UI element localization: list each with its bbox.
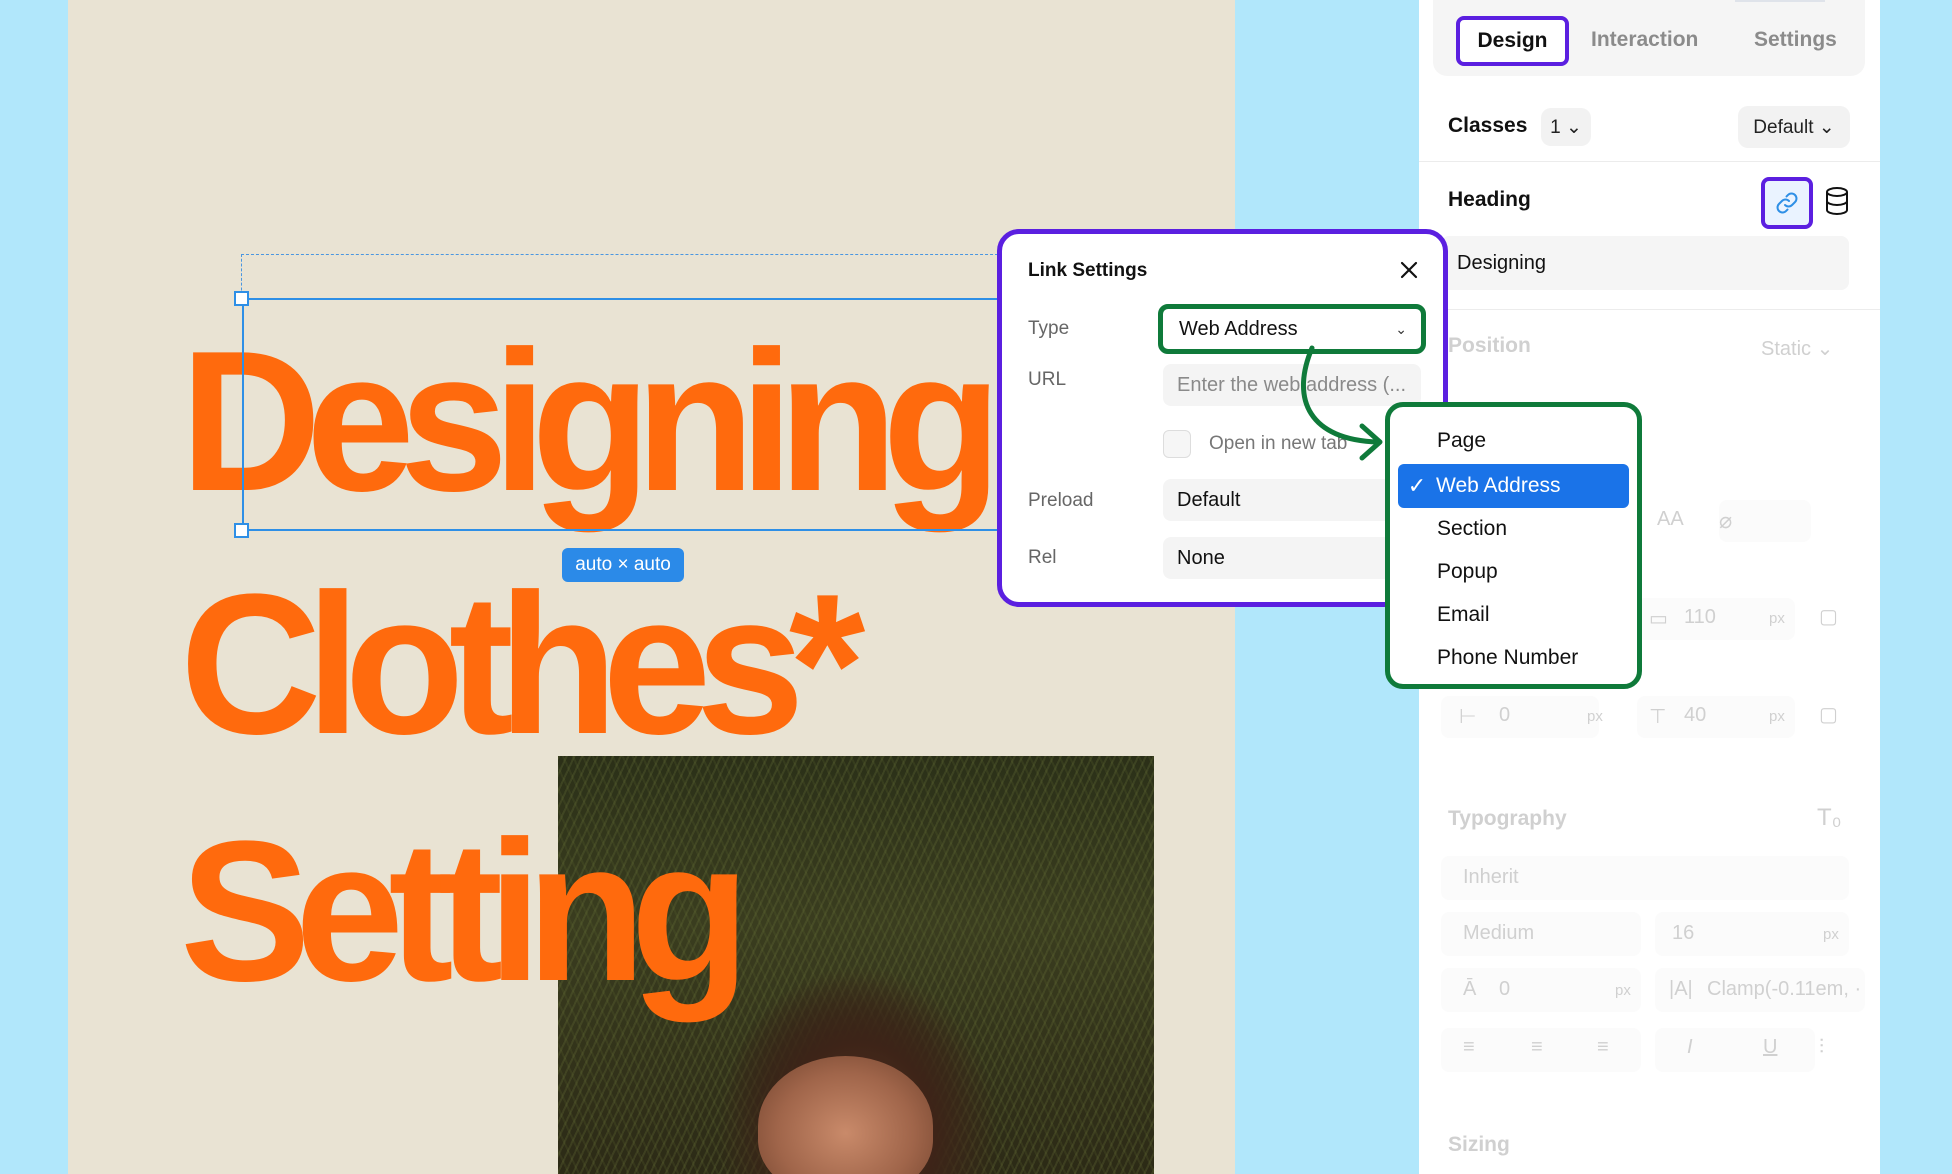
line-height-unit: px (1615, 982, 1631, 999)
typography-icon[interactable]: T₀ (1817, 804, 1842, 832)
margin-top-value[interactable]: 40 (1684, 704, 1706, 727)
class-variant-dropdown[interactable]: Default ⌄ (1738, 106, 1850, 148)
panel-tabs: Design Interaction Settings (1433, 0, 1865, 76)
width-unit: px (1769, 610, 1785, 627)
menu-item-popup[interactable]: Popup (1437, 560, 1498, 584)
preload-label: Preload (1028, 490, 1094, 511)
connector-arrow-icon (1301, 345, 1383, 461)
type-select-value: Web Address (1179, 317, 1298, 340)
align-left-icon[interactable]: ≡ (1463, 1036, 1475, 1059)
classes-count-dropdown[interactable]: 1 ⌄ (1541, 108, 1591, 146)
position-dropdown[interactable]: Static ⌄ (1761, 336, 1833, 361)
menu-item-section[interactable]: Section (1437, 517, 1507, 541)
link-icon-button[interactable] (1761, 177, 1813, 229)
margin-left-icon: ⊢ (1459, 706, 1477, 728)
chevron-down-icon: ⌄ (1395, 321, 1407, 337)
url-label: URL (1028, 369, 1067, 390)
typography-label: Typography (1448, 807, 1567, 830)
letter-spacing-icon: |A| (1669, 978, 1693, 1000)
heading-text-field[interactable]: Designing (1441, 236, 1849, 290)
preload-select[interactable]: Default (1163, 479, 1421, 521)
line-height-value: 0 (1499, 978, 1511, 1000)
text-aa-label: AA (1657, 508, 1684, 530)
text-settings-icon[interactable]: ⫶ (1819, 1036, 1824, 1059)
database-icon[interactable] (1824, 186, 1850, 216)
classes-label: Classes (1448, 114, 1528, 137)
font-size-value: 16 (1672, 922, 1695, 944)
tab-design[interactable]: Design (1456, 16, 1569, 66)
menu-item-email[interactable]: Email (1437, 603, 1490, 627)
selection-box[interactable] (242, 298, 1012, 531)
line-height-icon: Ā (1463, 978, 1477, 1000)
check-icon: ✓ (1407, 473, 1427, 498)
type-dropdown-menu: Page ✓ Web Address Section Popup Email P… (1385, 402, 1642, 689)
position-label: Position (1448, 334, 1531, 357)
align-right-icon[interactable]: ≡ (1597, 1036, 1609, 1059)
margin-top-icon: ⊤ (1649, 706, 1667, 728)
resize-handle-top-left[interactable] (234, 291, 249, 306)
font-family-value: Inherit (1463, 866, 1519, 888)
link-settings-title: Link Settings (1028, 260, 1148, 281)
open-new-tab-checkbox[interactable] (1163, 430, 1191, 458)
width-toggle-icon[interactable]: ▢ (1819, 604, 1838, 629)
italic-icon[interactable]: I (1687, 1036, 1693, 1059)
rel-select[interactable]: None (1163, 537, 1421, 579)
portrait-face (758, 1056, 933, 1174)
tab-interaction[interactable]: Interaction (1591, 28, 1698, 52)
link-icon (1776, 192, 1798, 214)
margin-left-value[interactable]: 0 (1499, 704, 1510, 727)
spacing-toggle-icon[interactable]: ▢ (1819, 702, 1838, 727)
margin-top-unit: px (1769, 708, 1785, 725)
close-icon[interactable] (1397, 258, 1421, 282)
size-badge: auto × auto (562, 548, 684, 582)
menu-item-page[interactable]: Page (1437, 429, 1486, 453)
heading-section: Heading Designing (1419, 164, 1880, 310)
menu-item-web-address[interactable]: ✓ Web Address (1398, 464, 1629, 508)
sizing-label: Sizing (1448, 1133, 1510, 1156)
tab-settings[interactable]: Settings (1754, 28, 1837, 52)
rel-label: Rel (1028, 547, 1057, 568)
resize-handle-bottom-left[interactable] (234, 523, 249, 538)
type-label: Type (1028, 318, 1070, 339)
heading-label: Heading (1448, 188, 1531, 211)
width-icon: ▭ (1649, 608, 1668, 630)
menu-item-web-address-label: Web Address (1436, 474, 1561, 497)
align-center-icon[interactable]: ≡ (1531, 1036, 1543, 1059)
parent-selection-outline (241, 254, 1013, 300)
font-weight-value: Medium (1463, 922, 1535, 944)
width-value[interactable]: 110 (1684, 606, 1716, 629)
no-decoration-icon[interactable]: ⌀ (1719, 508, 1732, 534)
classes-row: Classes 1 ⌄ Default ⌄ (1419, 100, 1880, 162)
letter-spacing-value: Clamp(-0.11em, · (1707, 978, 1862, 1000)
menu-item-phone-number[interactable]: Phone Number (1437, 646, 1578, 670)
hero-heading-line-3[interactable]: Setting (180, 812, 750, 1012)
margin-left-unit: px (1587, 708, 1603, 725)
hero-heading-line-2[interactable]: Clothes* (180, 565, 865, 765)
font-size-unit: px (1823, 926, 1839, 943)
text-style-box (1719, 500, 1811, 542)
tabs-top-indicator (1735, 0, 1825, 2)
text-style-group (1655, 1028, 1815, 1072)
underline-icon[interactable]: U (1763, 1036, 1777, 1059)
